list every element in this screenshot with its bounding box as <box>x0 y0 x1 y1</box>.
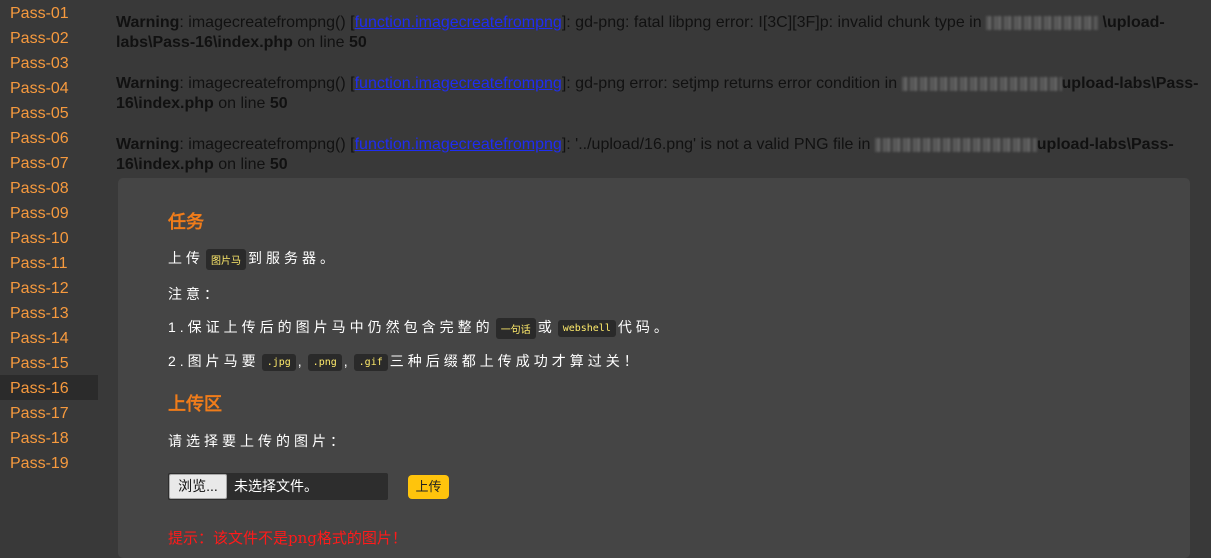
rule-text: , <box>343 353 352 369</box>
sidebar-item-pass-19[interactable]: Pass-19 <box>0 450 98 475</box>
main-panel: 任务 上传 图片马 到服务器。 注意： 1.保证上传后的图片马中仍然包含完整的 一句话… <box>118 178 1190 558</box>
sidebar-item-pass-06[interactable]: Pass-06 <box>0 125 98 150</box>
rule-text: 代码。 <box>617 319 672 335</box>
rule-text: 三种后缀都上传成功才算过关！ <box>389 353 642 369</box>
php-warnings: Warning: imagecreatefrompng() [function.… <box>116 13 1208 196</box>
redacted-path <box>874 137 1037 152</box>
sidebar-item-pass-02[interactable]: Pass-02 <box>0 25 98 50</box>
warning-line-number: 50 <box>269 95 288 112</box>
sidebar-item-pass-15[interactable]: Pass-15 <box>0 350 98 375</box>
code-tag: .gif <box>353 353 388 371</box>
warning-function-link[interactable]: function.imagecreatefrompng <box>355 136 562 153</box>
sidebar-item-pass-03[interactable]: Pass-03 <box>0 50 98 75</box>
sidebar-item-pass-04[interactable]: Pass-04 <box>0 75 98 100</box>
code-tag: webshell <box>557 319 616 337</box>
sidebar-item-pass-08[interactable]: Pass-08 <box>0 175 98 200</box>
file-status: 未选择文件。 <box>234 478 318 494</box>
task-text: 到服务器。 <box>248 250 338 266</box>
warning-function-link[interactable]: function.imagecreatefrompng <box>355 14 562 31</box>
upload-title: 上传区 <box>168 394 222 414</box>
task-title: 任务 <box>168 212 204 232</box>
warning-message: Warning: imagecreatefrompng() [function.… <box>116 74 1208 114</box>
file-input[interactable]: 浏览... 未选择文件。 <box>168 473 388 500</box>
sidebar-item-pass-01[interactable]: Pass-01 <box>0 0 98 25</box>
sidebar-item-pass-10[interactable]: Pass-10 <box>0 225 98 250</box>
code-tag: 图片马 <box>206 248 246 270</box>
upload-button[interactable]: 上传 <box>408 475 449 499</box>
sidebar-item-pass-12[interactable]: Pass-12 <box>0 275 98 300</box>
warning-on-line: on line <box>292 34 349 51</box>
task-description: 上传 图片马 到服务器。 <box>168 248 338 270</box>
sidebar-item-pass-05[interactable]: Pass-05 <box>0 100 98 125</box>
sidebar: Pass-01 Pass-02 Pass-03 Pass-04 Pass-05 Pass-… <box>0 0 98 548</box>
task-rule-2: 2.图片马要 .jpg, .png, .gif 三种后缀都上传成功才算过关！ <box>168 351 642 371</box>
warning-on-line: on line <box>213 95 270 112</box>
warning-message: Warning: imagecreatefrompng() [function.… <box>116 13 1208 53</box>
warning-line-number: 50 <box>349 34 367 51</box>
warning-function-link[interactable]: function.imagecreatefrompng <box>355 75 562 92</box>
code-tag: 一句话 <box>495 317 536 339</box>
sidebar-item-pass-11[interactable]: Pass-11 <box>0 250 98 275</box>
upload-prompt: 请选择要上传的图片： <box>168 433 348 449</box>
warning-on-line: on line <box>213 156 270 173</box>
warning-label: Warning <box>116 14 180 31</box>
sidebar-item-pass-16[interactable]: Pass-16 <box>0 375 98 400</box>
rule-text: 1.保证上传后的图片马中仍然包含完整的 <box>168 319 494 335</box>
warning-prefix: : imagecreatefrompng() [ <box>179 136 355 153</box>
warning-message: Warning: imagecreatefrompng() [function.… <box>116 135 1208 175</box>
task-text: 上传 <box>168 250 204 266</box>
browse-button[interactable]: 浏览... <box>169 474 227 499</box>
sidebar-item-pass-17[interactable]: Pass-17 <box>0 400 98 425</box>
task-rule-1: 1.保证上传后的图片马中仍然包含完整的 一句话或 webshell 代码。 <box>168 317 672 339</box>
sidebar-item-pass-13[interactable]: Pass-13 <box>0 300 98 325</box>
rule-text: 或 <box>537 319 556 335</box>
warning-prefix: : imagecreatefrompng() [ <box>179 14 355 31</box>
task-note: 注意： <box>168 286 222 302</box>
sidebar-list: Pass-01 Pass-02 Pass-03 Pass-04 Pass-05 Pass-… <box>0 0 98 475</box>
warning-label: Warning <box>116 75 180 92</box>
sidebar-item-pass-07[interactable]: Pass-07 <box>0 150 98 175</box>
sidebar-item-pass-14[interactable]: Pass-14 <box>0 325 98 350</box>
warning-text: ]: '../upload/16.png' is not a valid PNG… <box>561 136 875 153</box>
redacted-path <box>901 76 1062 91</box>
sidebar-item-pass-09[interactable]: Pass-09 <box>0 200 98 225</box>
rule-text: 2.图片马要 <box>168 353 260 369</box>
rule-text: , <box>297 353 306 369</box>
redacted-path <box>986 15 1099 30</box>
warning-text: ]: gd-png: fatal libpng error: I[3C][3F]… <box>561 14 987 31</box>
error-hint: 提示：该文件不是png格式的图片！ <box>168 529 407 547</box>
warning-text: ]: gd-png error: setjmp returns error co… <box>561 75 902 92</box>
sidebar-item-pass-18[interactable]: Pass-18 <box>0 425 98 450</box>
warning-prefix: : imagecreatefrompng() [ <box>179 75 355 92</box>
warning-label: Warning <box>116 136 180 153</box>
warning-line-number: 50 <box>269 156 288 173</box>
code-tag: .jpg <box>261 353 296 371</box>
code-tag: .png <box>307 353 342 371</box>
